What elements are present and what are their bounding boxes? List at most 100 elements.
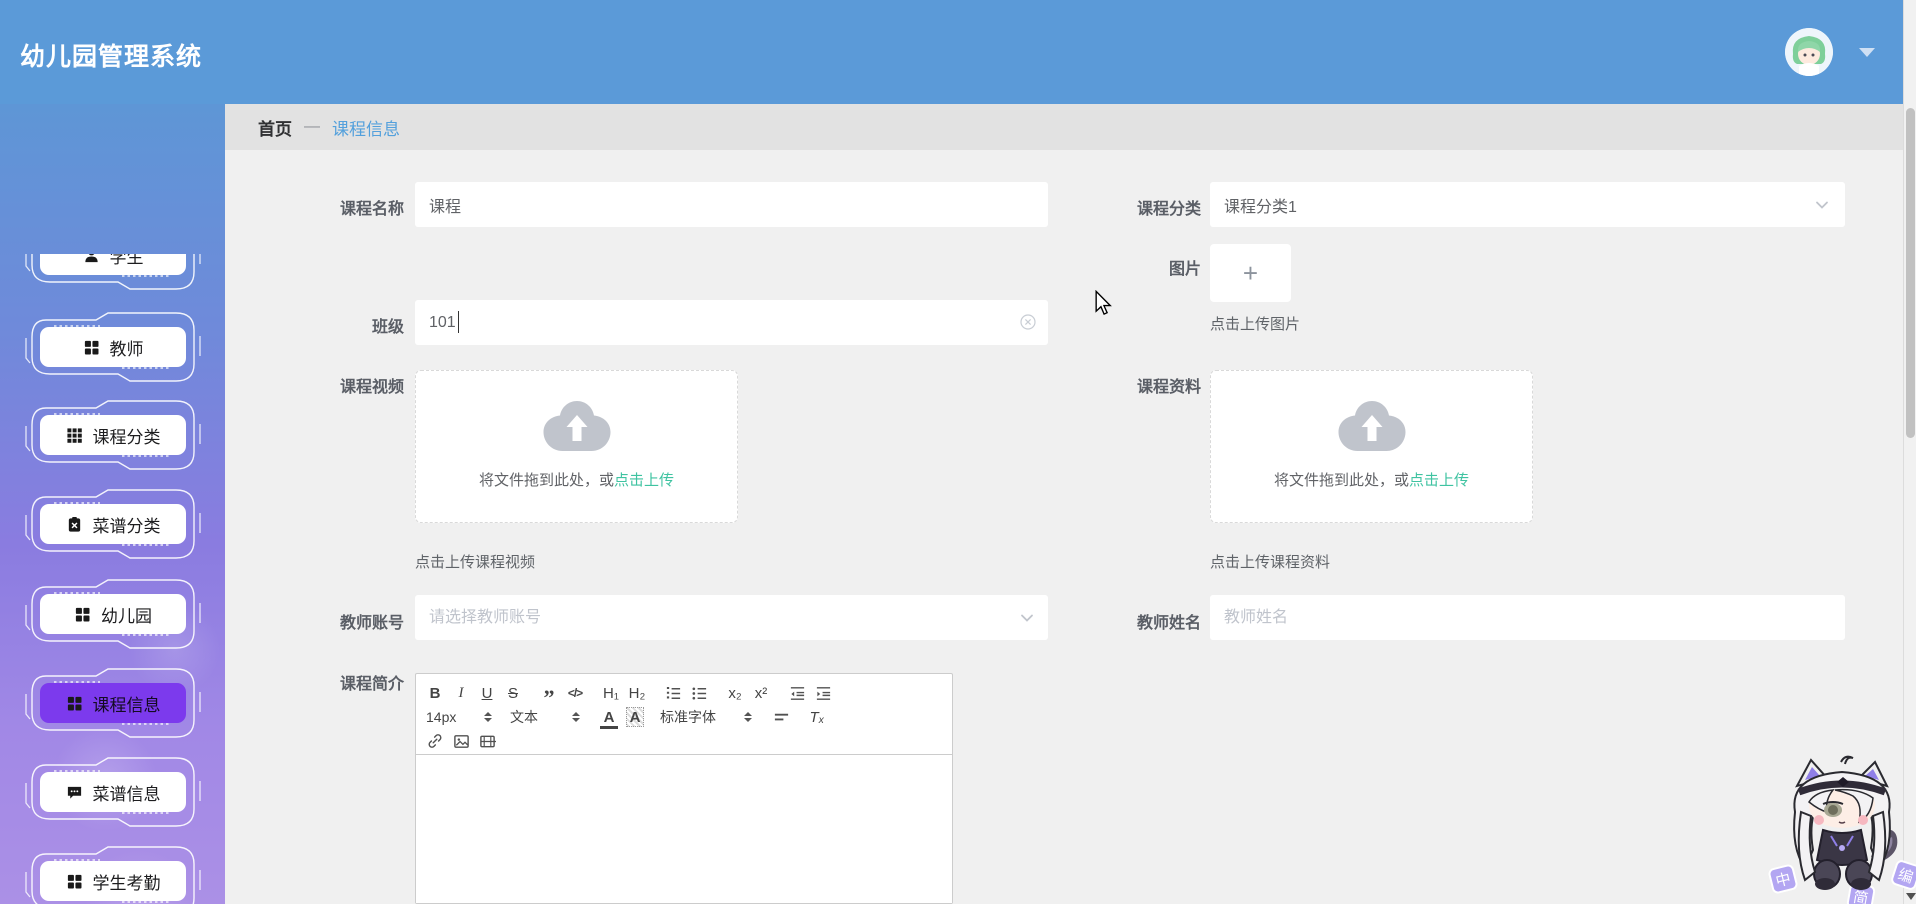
picker-arrows-icon xyxy=(572,712,580,722)
teacher-name-input[interactable] xyxy=(1210,595,1845,640)
app-title: 幼儿园管理系统 xyxy=(20,43,203,71)
ordered-list-icon[interactable] xyxy=(664,683,682,703)
italic-button[interactable]: I xyxy=(452,683,470,703)
image-upload-box[interactable]: + xyxy=(1210,244,1291,302)
course-video-tip: 点击上传课程视频 xyxy=(415,554,536,571)
rich-text-editor: B I U S ” </> H₁ H₂ x₂ x² 14px 文本 A A 标准… xyxy=(415,673,953,904)
app-root: 幼儿园管理系统 学生 教师 课程分类 菜谱分类 幼儿园 课程信息 菜谱信息 学生… xyxy=(0,0,1916,904)
bullet-list-icon[interactable] xyxy=(690,683,708,703)
chevron-down-icon[interactable] xyxy=(1020,611,1034,625)
image-icon[interactable] xyxy=(452,731,470,751)
teacher-account-label: 教师账号 xyxy=(339,615,404,632)
font-family-picker[interactable]: 标准字体 xyxy=(660,706,752,728)
sidebar-item-kindergarten[interactable]: 幼儿园 xyxy=(18,577,208,651)
sidebar-item-teachers[interactable]: 教师 xyxy=(18,310,208,384)
image-upload-tip: 点击上传图片 xyxy=(1210,316,1301,333)
grid-icon xyxy=(74,606,91,623)
course-video-label: 课程视频 xyxy=(339,379,404,396)
teacher-account-select[interactable] xyxy=(415,595,1048,640)
header-bar: 幼儿园管理系统 xyxy=(0,0,1903,104)
code-block-button[interactable]: </> xyxy=(566,683,584,703)
course-category-select[interactable] xyxy=(1210,182,1845,227)
teacher-name-label: 教师姓名 xyxy=(1136,615,1201,632)
editor-content-area[interactable] xyxy=(416,755,952,903)
image-label: 图片 xyxy=(1168,261,1201,278)
sidebar-item-label: 课程分类 xyxy=(92,427,161,447)
sidebar-item-label: 学生考勤 xyxy=(92,873,161,893)
blockquote-button[interactable]: ” xyxy=(540,683,558,709)
sidebar-nav: 学生 教师 课程分类 菜谱分类 幼儿园 课程信息 菜谱信息 学生考勤 xyxy=(0,104,225,904)
grid-dense-icon xyxy=(66,427,83,444)
drag-text: 将文件拖到此处，或 xyxy=(1273,472,1409,489)
course-intro-label: 课程简介 xyxy=(339,676,404,693)
course-material-tip: 点击上传课程资料 xyxy=(1210,554,1331,571)
upload-cloud-icon xyxy=(543,401,610,451)
clipboard-x-icon xyxy=(66,516,83,533)
sidebar-item-course-category[interactable]: 课程分类 xyxy=(18,398,208,472)
clear-input-icon[interactable] xyxy=(1020,314,1036,330)
course-info-form: 课程名称 课程分类 图片 + 点击上传图片 班级 课程视频 将文件拖到此处，或点… xyxy=(225,150,1903,904)
link-icon[interactable] xyxy=(426,731,444,751)
underline-button[interactable]: U xyxy=(478,683,496,703)
picker-arrows-icon xyxy=(744,712,752,722)
paragraph-picker[interactable]: 文本 xyxy=(510,706,580,728)
course-category-label: 课程分类 xyxy=(1136,201,1201,218)
sidebar-item-students[interactable]: 学生 xyxy=(18,254,208,306)
strikethrough-button[interactable]: S xyxy=(504,683,522,703)
sidebar-item-label: 菜谱信息 xyxy=(92,784,161,804)
message-icon xyxy=(66,784,83,801)
superscript-button[interactable]: x² xyxy=(752,683,770,703)
click-upload-link[interactable]: 点击上传 xyxy=(1409,472,1469,489)
class-label: 班级 xyxy=(371,319,404,336)
text-color-button[interactable]: A xyxy=(600,707,618,729)
editor-toolbar: B I U S ” </> H₁ H₂ x₂ x² 14px 文本 A A 标准… xyxy=(416,674,952,755)
plus-icon: + xyxy=(1242,258,1259,288)
click-upload-link[interactable]: 点击上传 xyxy=(614,472,674,489)
grid-icon xyxy=(83,339,100,356)
subscript-button[interactable]: x₂ xyxy=(726,683,744,703)
sidebar-item-label: 菜谱分类 xyxy=(92,516,161,536)
sidebar-item-recipe-category[interactable]: 菜谱分类 xyxy=(18,487,208,561)
indent-icon[interactable] xyxy=(814,683,832,703)
sidebar-item-recipe-info[interactable]: 菜谱信息 xyxy=(18,755,208,829)
course-name-label: 课程名称 xyxy=(339,201,404,218)
class-input[interactable] xyxy=(415,300,1048,345)
user-avatar[interactable] xyxy=(1785,28,1833,76)
text-caret xyxy=(458,311,459,333)
align-icon[interactable] xyxy=(772,707,790,727)
user-icon xyxy=(83,254,100,264)
sidebar-item-label: 课程信息 xyxy=(92,695,161,715)
course-material-label: 课程资料 xyxy=(1136,379,1201,396)
breadcrumb: 首页 — 课程信息 xyxy=(225,104,1903,150)
mascot-character[interactable] xyxy=(1775,752,1910,904)
sidebar-item-student-attendance[interactable]: 学生考勤 xyxy=(18,844,208,904)
sidebar-item-label: 教师 xyxy=(109,339,144,359)
header1-button[interactable]: H₁ xyxy=(602,683,620,703)
sidebar-item-label: 学生 xyxy=(109,254,144,267)
course-video-dropzone[interactable]: 将文件拖到此处，或点击上传 xyxy=(415,370,738,523)
breadcrumb-home[interactable]: 首页 xyxy=(258,115,292,140)
course-name-input[interactable] xyxy=(415,182,1048,227)
header2-button[interactable]: H₂ xyxy=(628,683,646,703)
font-size-picker[interactable]: 14px xyxy=(426,706,492,728)
scrollbar-thumb[interactable] xyxy=(1906,108,1915,438)
picker-arrows-icon xyxy=(484,712,492,722)
chevron-down-icon[interactable] xyxy=(1815,198,1829,212)
bold-button[interactable]: B xyxy=(426,683,444,703)
drag-text: 将文件拖到此处，或 xyxy=(478,472,614,489)
course-material-dropzone[interactable]: 将文件拖到此处，或点击上传 xyxy=(1210,370,1533,523)
avatar-dropdown-caret-icon[interactable] xyxy=(1859,48,1875,57)
sidebar-item-course-info[interactable]: 课程信息 xyxy=(18,666,208,740)
breadcrumb-separator: — xyxy=(304,118,320,135)
avatar-image xyxy=(1785,28,1833,76)
clear-format-button[interactable]: Tₓ xyxy=(808,707,826,727)
grid-icon xyxy=(66,873,83,890)
upload-cloud-icon xyxy=(1338,401,1405,451)
grid-icon xyxy=(66,695,83,712)
sidebar-item-label: 幼儿园 xyxy=(101,606,152,626)
breadcrumb-current[interactable]: 课程信息 xyxy=(332,115,400,140)
video-icon[interactable] xyxy=(478,731,496,751)
background-color-button[interactable]: A xyxy=(626,707,644,727)
outdent-icon[interactable] xyxy=(788,683,806,703)
mouse-cursor xyxy=(1094,289,1112,321)
